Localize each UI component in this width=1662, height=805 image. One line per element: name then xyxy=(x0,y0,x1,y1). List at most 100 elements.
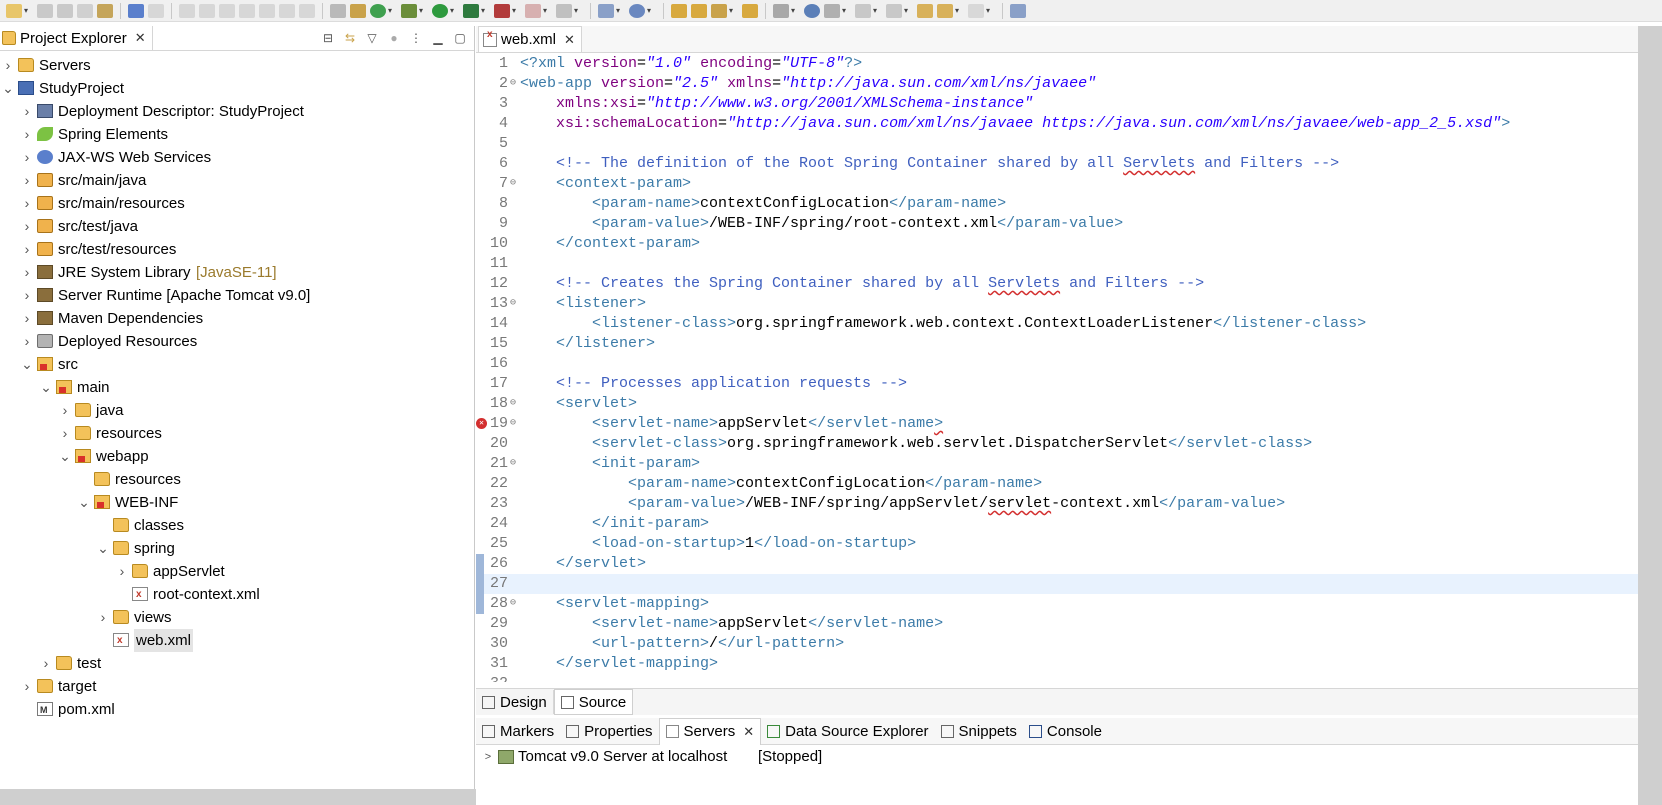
tree-item[interactable]: › Maven Dependencies xyxy=(0,307,474,330)
code-line[interactable]: 14 <listener-class>org.springframework.w… xyxy=(476,314,1638,334)
code-line[interactable]: 7 ⊖ <context-param> xyxy=(476,174,1638,194)
tree-item[interactable]: › Spring Elements xyxy=(0,123,474,146)
chevron-down-icon[interactable]: ⌄ xyxy=(59,445,71,468)
annotation-icon[interactable] xyxy=(742,3,758,18)
fold-toggle-icon[interactable]: ⊖ xyxy=(508,394,518,414)
tree-item[interactable]: › Deployment Descriptor: StudyProject xyxy=(0,100,474,123)
code-editor[interactable]: 1 <?xml version="1.0" encoding="UTF-8"?> 2… xyxy=(476,54,1638,682)
chevron-down-icon[interactable]: ⌄ xyxy=(21,353,33,376)
open-perspective-icon[interactable] xyxy=(1010,3,1026,18)
resume-icon[interactable] xyxy=(179,3,195,18)
prev-annotation-icon[interactable] xyxy=(886,3,902,18)
new-java-project-icon[interactable] xyxy=(598,3,614,18)
next-annotation-icon[interactable] xyxy=(855,3,871,18)
chevron-right-icon[interactable]: › xyxy=(21,100,33,123)
chevron-right-icon[interactable]: › xyxy=(116,560,128,583)
server-list-item[interactable]: > Tomcat v9.0 Server at localhost [Stopp… xyxy=(476,745,1662,769)
code-line[interactable]: 23 <param-value>/WEB-INF/spring/appServl… xyxy=(476,494,1638,514)
chevron-right-icon[interactable]: › xyxy=(21,307,33,330)
filter-icon[interactable]: ▽ xyxy=(364,30,380,45)
tree-item[interactable]: classes xyxy=(0,514,474,537)
code-line[interactable]: 32 xyxy=(476,674,1638,682)
terminal-icon[interactable] xyxy=(128,3,144,18)
tree-item[interactable]: › JAX-WS Web Services xyxy=(0,146,474,169)
tab-data-source-explorer[interactable]: Data Source Explorer xyxy=(761,718,934,744)
code-line[interactable]: 22 <param-name>contextConfigLocation</pa… xyxy=(476,474,1638,494)
new-spring-dropdown-icon[interactable]: ▾ xyxy=(647,6,654,15)
chevron-right-icon[interactable]: › xyxy=(40,652,52,675)
code-line[interactable]: 24 </init-param> xyxy=(476,514,1638,534)
tree-item[interactable]: › src/main/resources xyxy=(0,192,474,215)
tree-item[interactable]: › Deployed Resources xyxy=(0,330,474,353)
refresh-dropdown-icon[interactable]: ▾ xyxy=(388,6,395,15)
step-into-icon[interactable] xyxy=(259,3,275,18)
tree-item[interactable]: › views xyxy=(0,606,474,629)
chevron-right-icon[interactable]: › xyxy=(21,330,33,353)
mark-dropdown-icon[interactable]: ▾ xyxy=(791,6,798,15)
code-line[interactable]: 26 </servlet> xyxy=(476,554,1638,574)
code-line[interactable]: ✕ 19 ⊖ <servlet-name>appServlet</servlet-n… xyxy=(476,414,1638,434)
link-with-editor-icon[interactable]: ⇆ xyxy=(342,30,358,45)
code-line[interactable]: 20 <servlet-class>org.springframework.we… xyxy=(476,434,1638,454)
tree-item[interactable]: ⌄ StudyProject xyxy=(0,77,474,100)
chevron-down-icon[interactable]: ⌄ xyxy=(2,77,14,100)
code-line[interactable]: 13 ⊖ <listener> xyxy=(476,294,1638,314)
skip-breakpoints-icon[interactable] xyxy=(148,3,164,18)
external-tools-dropdown-icon[interactable]: ▾ xyxy=(512,6,519,15)
fold-toggle-icon[interactable]: ⊖ xyxy=(508,74,518,94)
external-tools-icon[interactable] xyxy=(494,3,510,18)
code-line[interactable]: 8 <param-name>contextConfigLocation</par… xyxy=(476,194,1638,214)
search-dropdown-icon[interactable]: ▾ xyxy=(729,6,736,15)
tree-item[interactable]: ⌄ webapp xyxy=(0,445,474,468)
publish-dropdown-icon[interactable]: ▾ xyxy=(574,6,581,15)
chevron-right-icon[interactable]: › xyxy=(59,422,71,445)
stop-server-dropdown-icon[interactable]: ▾ xyxy=(543,6,550,15)
debug-icon[interactable] xyxy=(401,3,417,18)
chevron-right-icon[interactable]: › xyxy=(21,675,33,698)
fold-toggle-icon[interactable]: ⊖ xyxy=(508,174,518,194)
chevron-right-icon[interactable]: › xyxy=(21,261,33,284)
run-task-icon[interactable] xyxy=(350,3,366,18)
disconnect-icon[interactable] xyxy=(239,3,255,18)
code-line[interactable]: 29 <servlet-name>appServlet</servlet-nam… xyxy=(476,614,1638,634)
run-dropdown-icon[interactable]: ▾ xyxy=(450,6,457,15)
code-line[interactable]: 6 <!-- The definition of the Root Spring… xyxy=(476,154,1638,174)
code-line[interactable]: 5 xyxy=(476,134,1638,154)
close-icon[interactable]: ✕ xyxy=(135,30,146,46)
code-line[interactable]: 30 <url-pattern>/</url-pattern> xyxy=(476,634,1638,654)
prev-annotation-dropdown-icon[interactable]: ▾ xyxy=(904,6,911,15)
collapse-all-icon[interactable]: ⊟ xyxy=(320,30,336,45)
fold-toggle-icon[interactable]: ⊖ xyxy=(508,594,518,614)
chevron-right-icon[interactable]: > xyxy=(482,745,494,769)
next-annotation-dropdown-icon[interactable]: ▾ xyxy=(873,6,880,15)
chevron-right-icon[interactable]: › xyxy=(59,399,71,422)
open-task-icon[interactable] xyxy=(691,3,707,18)
tree-item[interactable]: resources xyxy=(0,468,474,491)
tree-item[interactable]: › resources xyxy=(0,422,474,445)
close-icon[interactable]: ✕ xyxy=(743,724,754,740)
pin-icon[interactable] xyxy=(824,3,840,18)
minimize-icon[interactable]: ▁ xyxy=(430,30,446,45)
tree-item[interactable]: › src/test/java xyxy=(0,215,474,238)
tab-design[interactable]: Design xyxy=(476,690,554,714)
tree-item[interactable]: ⌄ main xyxy=(0,376,474,399)
focus-icon[interactable]: ● xyxy=(386,30,402,45)
new-dropdown-icon[interactable]: ▾ xyxy=(24,6,31,15)
chevron-right-icon[interactable]: › xyxy=(21,284,33,307)
coverage-dropdown-icon[interactable]: ▾ xyxy=(481,6,488,15)
code-line[interactable]: 11 xyxy=(476,254,1638,274)
tab-web-xml[interactable]: web.xml ✕ xyxy=(478,26,582,52)
print-icon[interactable] xyxy=(77,3,93,18)
code-line[interactable]: 25 <load-on-startup>1</load-on-startup> xyxy=(476,534,1638,554)
tab-snippets[interactable]: Snippets xyxy=(935,718,1023,744)
tree-item[interactable]: › Server Runtime [Apache Tomcat v9.0] xyxy=(0,284,474,307)
fold-toggle-icon[interactable]: ⊖ xyxy=(508,294,518,314)
tree-item[interactable]: › src/main/java xyxy=(0,169,474,192)
terminate-icon[interactable] xyxy=(219,3,235,18)
tree-item[interactable]: › appServlet xyxy=(0,560,474,583)
search-icon[interactable] xyxy=(711,3,727,18)
fold-toggle-icon[interactable]: ⊖ xyxy=(508,414,518,434)
back-dropdown-icon[interactable]: ▾ xyxy=(955,6,962,15)
tree-item[interactable]: › target xyxy=(0,675,474,698)
chevron-right-icon[interactable]: › xyxy=(21,146,33,169)
